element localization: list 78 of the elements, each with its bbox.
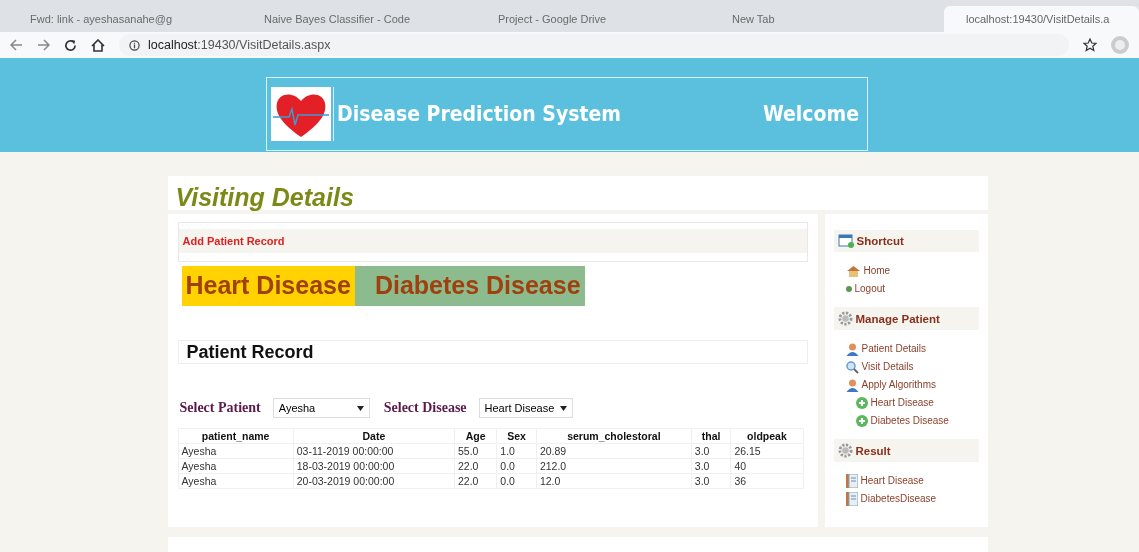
sidebar-link[interactable]: Logout: [845, 281, 979, 297]
sidebar-link[interactable]: Heart Disease: [845, 395, 979, 411]
house-icon: [845, 265, 861, 277]
section-title: Patient Record: [186, 341, 315, 363]
filter-label: Select Patient: [179, 400, 261, 416]
table-cell: 22.0: [454, 458, 497, 474]
browser-tab[interactable]: Naive Bayes Classifier - Code: [242, 6, 476, 32]
dropdown[interactable]: Heart Disease: [478, 398, 574, 418]
site-title: Disease Prediction System: [337, 102, 622, 126]
back-icon[interactable]: [10, 39, 23, 51]
table-cell: 12.0: [536, 473, 692, 489]
welcome-text: Welcome: [762, 102, 859, 126]
magnifier-icon: [845, 360, 859, 374]
filter-label: Select Disease: [383, 400, 467, 416]
column-header: thal: [691, 428, 731, 444]
column-header: Age: [454, 428, 497, 444]
heading-text: Manage Patient: [855, 312, 940, 325]
browser-tab[interactable]: New Tab: [709, 6, 944, 32]
reload-icon[interactable]: [64, 38, 77, 52]
gear-icon: [837, 443, 853, 458]
page-title: Visiting Details: [174, 182, 355, 210]
browser-tab[interactable]: Project - Google Drive: [475, 6, 710, 32]
home-icon[interactable]: [91, 38, 105, 52]
gear-icon: [837, 311, 853, 326]
table-cell: 26.15: [730, 443, 803, 459]
table-cell: 212.0: [536, 458, 692, 474]
dropdown[interactable]: Ayesha: [272, 398, 370, 418]
table-cell: 22.0: [454, 473, 497, 489]
document-icon: [845, 492, 858, 506]
caret-icon: [356, 405, 364, 411]
sidebar-link[interactable]: Diabetes Disease: [845, 413, 979, 429]
add-record-link[interactable]: Add Patient Record: [178, 229, 807, 253]
table-cell: 20-03-2019 00:00:00: [293, 473, 455, 489]
table-cell: Ayesha: [178, 443, 294, 459]
plus-icon: [855, 415, 868, 427]
heart-logo-icon: [271, 87, 334, 141]
info-icon: [129, 39, 140, 51]
document-icon: [845, 474, 858, 488]
sidebar-link[interactable]: Patient Details: [845, 341, 979, 357]
person-icon: [845, 378, 859, 392]
table-cell: 3.0: [691, 443, 731, 459]
column-header: oldpeak: [730, 428, 803, 444]
column-header: patient_name: [178, 428, 294, 444]
table-cell: 0.0: [496, 458, 537, 474]
address-bar[interactable]: localhost:19430/VisitDetails.aspx: [119, 34, 1069, 56]
star-icon[interactable]: [1083, 38, 1097, 52]
table-cell: 20.89: [536, 443, 692, 459]
window-icon: [837, 234, 854, 248]
table-cell: 3.0: [691, 473, 731, 489]
column-header: serum_cholestoral: [536, 428, 692, 444]
browser-tab[interactable]: Fwd: link - ayeshasanahe@g: [8, 6, 242, 32]
person-icon: [845, 342, 859, 356]
table-cell: 18-03-2019 00:00:00: [293, 458, 455, 474]
sidebar-link[interactable]: Visit Details: [845, 359, 979, 375]
column-header: Date: [293, 428, 455, 444]
url-text: localhost:19430/VisitDetails.aspx: [148, 38, 331, 52]
table-cell: 0.0: [496, 473, 537, 489]
sidebar-link[interactable]: Home: [845, 263, 979, 279]
sidebar-link[interactable]: Apply Algorithms: [845, 377, 979, 393]
table-cell: 3.0: [691, 458, 731, 474]
table-cell: 40: [730, 458, 803, 474]
table-cell: 03-11-2019 00:00:00: [293, 443, 455, 459]
bullet-icon: [845, 286, 852, 292]
browser-tab[interactable]: localhost:19430/VisitDetails.a: [943, 6, 1139, 32]
forward-icon[interactable]: [37, 39, 50, 51]
plus-icon: [855, 397, 868, 409]
table-cell: Ayesha: [178, 473, 294, 489]
disease-tab[interactable]: Heart Disease: [181, 266, 355, 306]
caret-icon: [560, 405, 568, 411]
heading-text: Result: [855, 444, 891, 457]
column-header: Sex: [496, 428, 537, 444]
table-cell: 55.0: [454, 443, 497, 459]
sidebar-link[interactable]: Heart Disease: [845, 473, 979, 489]
heading-text: Shortcut: [856, 235, 904, 247]
table-cell: Ayesha: [178, 458, 294, 474]
sidebar-link[interactable]: DiabetesDisease: [845, 491, 979, 507]
table-cell: 1.0: [496, 443, 537, 459]
table-cell: 36: [730, 473, 803, 489]
